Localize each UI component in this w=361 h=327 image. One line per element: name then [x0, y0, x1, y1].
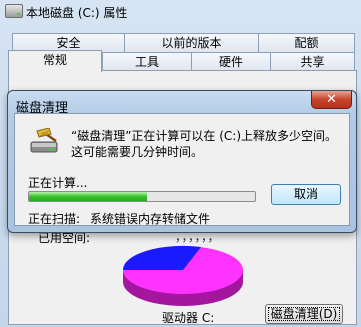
disk-cleanup-button[interactable]: 磁盘清理(D)	[265, 304, 343, 324]
close-icon: ✕	[326, 92, 337, 107]
tab-previous-versions[interactable]: 以前的版本	[124, 33, 259, 52]
scanning-status: 正在扫描: 系统错误内存转储文件	[28, 210, 220, 227]
disk-cleanup-dialog: 磁盘清理 ✕ “磁盘清理”正在计算可以在 (C:)上释放多少空间。这可能需要几分…	[7, 90, 357, 233]
close-button[interactable]: ✕	[311, 91, 352, 109]
properties-window-title: 本地磁盘 (C:) 属性	[26, 6, 128, 20]
scanning-label: 正在扫描:	[28, 212, 81, 226]
tab-tools[interactable]: 工具	[102, 52, 192, 71]
dialog-client-area: “磁盘清理”正在计算可以在 (C:)上释放多少空间。这可能需要几分钟时间。 正在…	[14, 113, 350, 226]
disk-usage-pie-chart	[122, 245, 243, 306]
tab-quota[interactable]: 配额	[258, 33, 355, 52]
progress-bar	[28, 191, 256, 202]
calculating-label: 正在计算...	[28, 176, 88, 190]
progress-bar-fill	[29, 192, 147, 201]
dialog-message: “磁盘清理”正在计算可以在 (C:)上释放多少空间。这可能需要几分钟时间。	[71, 129, 338, 159]
cancel-button[interactable]: 取消	[271, 184, 341, 205]
tab-sharing[interactable]: 共享	[270, 52, 355, 71]
properties-titlebar: 本地磁盘 (C:) 属性	[0, 0, 361, 24]
drive-label: 驱动器 C:	[162, 311, 215, 325]
scanning-item: 系统错误内存转储文件	[90, 212, 211, 226]
properties-tabs: 安全 以前的版本 配额 常规 工具 硬件 共享	[8, 28, 356, 72]
tab-general[interactable]: 常规	[8, 50, 102, 72]
tab-hardware[interactable]: 硬件	[191, 52, 271, 71]
disk-cleanup-icon	[30, 128, 58, 153]
drive-icon	[5, 4, 23, 18]
